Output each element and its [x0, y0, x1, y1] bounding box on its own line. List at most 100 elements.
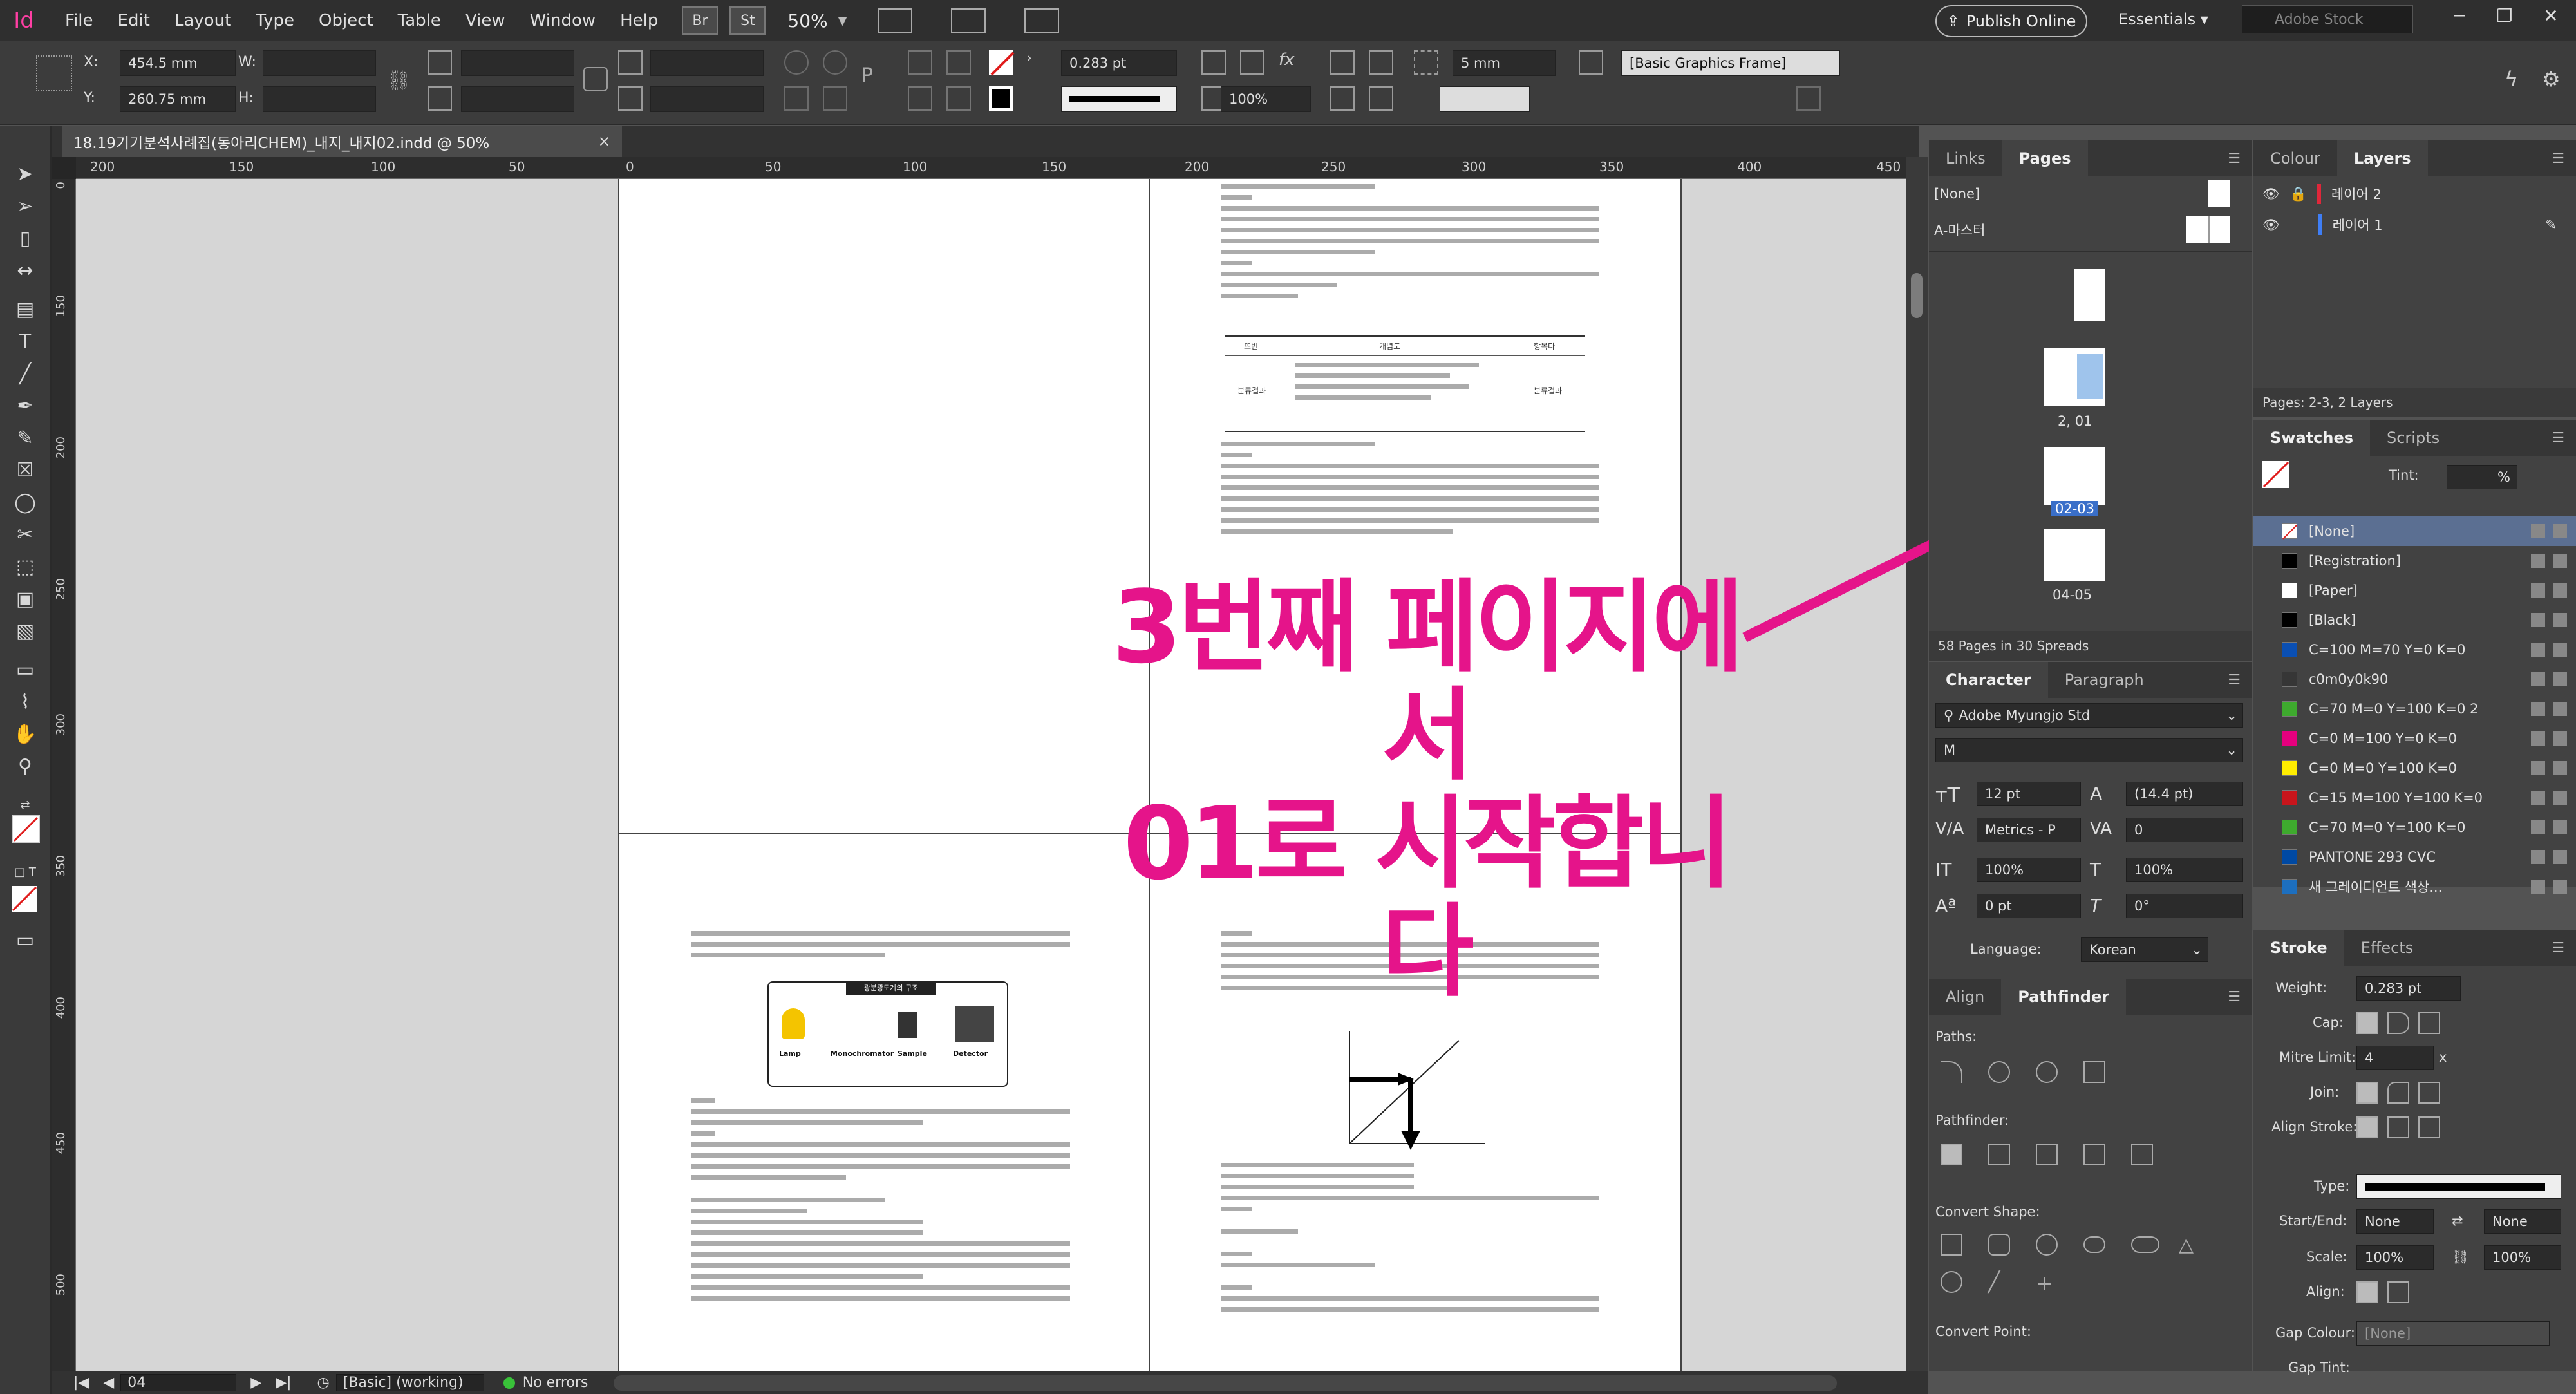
align-left-edges-icon[interactable] [1330, 50, 1355, 75]
vertical-scale-field[interactable]: 100% [1977, 858, 2081, 882]
rectangle-frame-tool-icon[interactable]: ☒ [12, 457, 39, 484]
tab-links[interactable]: Links [1929, 140, 2002, 176]
menu-type[interactable]: Type [243, 11, 306, 30]
apply-none-icon[interactable] [12, 886, 37, 912]
rotate-icon[interactable] [618, 50, 643, 75]
screen-mode-tool-icon[interactable]: ▭ [12, 927, 39, 954]
miter-join-icon[interactable] [2356, 1082, 2378, 1104]
ruler-origin[interactable] [52, 157, 76, 179]
add-icon[interactable] [1941, 1144, 1962, 1165]
panel-menu-icon[interactable]: ☰ [2552, 420, 2576, 456]
gap-field[interactable]: 5 mm [1453, 50, 1556, 76]
scale-x-icon[interactable] [428, 50, 452, 75]
shear-field[interactable] [650, 86, 764, 112]
swatch-row[interactable]: C=100 M=70 Y=0 K=0 [2253, 635, 2576, 664]
swatch-row[interactable]: C=0 M=0 Y=100 K=0 [2253, 753, 2576, 783]
page-tool-icon[interactable]: ▯ [12, 225, 39, 252]
tab-swatches[interactable]: Swatches [2253, 420, 2370, 456]
horizontal-scrollbar[interactable] [614, 1375, 1838, 1391]
line-tool-icon[interactable]: ╱ [12, 361, 39, 388]
arrow-tip-inside-icon[interactable] [2356, 1281, 2378, 1303]
stroke-weight-field[interactable]: 0.283 pt [1061, 50, 1177, 76]
font-family-select[interactable]: ⚲ Adobe Myungjo Std ⌄ [1935, 703, 2243, 728]
panel-menu-icon[interactable]: ☰ [2228, 979, 2252, 1015]
content-collector-icon[interactable]: ▤ [12, 296, 39, 323]
paragraph-icon[interactable]: P [861, 64, 886, 89]
scrollbar-thumb[interactable] [1911, 273, 1923, 318]
document-tab[interactable]: 18.19기기분석사례집(동아리CHEM)_내지_내지02.indd @ 50%… [62, 126, 622, 157]
baseline-shift-field[interactable]: 0 pt [1977, 894, 2081, 918]
y-field[interactable]: 260.75 mm [120, 86, 236, 112]
swatch-row[interactable]: C=0 M=100 Y=0 K=0 [2253, 724, 2576, 753]
kerning-field[interactable]: Metrics - P [1977, 818, 2081, 842]
menu-object[interactable]: Object [306, 11, 386, 30]
last-page-icon[interactable]: ▶| [276, 1375, 291, 1391]
first-page-icon[interactable]: |◀ [73, 1375, 89, 1391]
swatch-row[interactable]: 새 그레이디언트 색상... [2253, 872, 2576, 901]
rotate-field[interactable] [650, 50, 764, 76]
menu-file[interactable]: File [53, 11, 106, 30]
page-thumbnail[interactable] [2074, 269, 2105, 321]
stroke-swatch-icon[interactable] [989, 86, 1013, 111]
fill-menu-icon[interactable]: › [1026, 50, 1051, 75]
align-center-stroke-icon[interactable] [2356, 1116, 2378, 1138]
font-style-select[interactable]: M ⌄ [1935, 738, 2243, 762]
drop-shadow-icon[interactable] [1240, 50, 1264, 75]
note-tool-icon[interactable]: ▭ [12, 657, 39, 684]
subtract-icon[interactable] [1988, 1144, 2010, 1165]
menu-window[interactable]: Window [518, 11, 608, 30]
swap-icon[interactable]: ⇄ [2452, 1213, 2463, 1229]
menu-help[interactable]: Help [608, 11, 670, 30]
scale-start-field[interactable]: 100% [2356, 1245, 2434, 1270]
panel-menu-icon[interactable]: ☰ [2552, 140, 2576, 176]
layer-row[interactable]: 👁 레이어 1 ✎ [2253, 210, 2576, 240]
gradient-tool-icon[interactable]: ▣ [12, 586, 39, 613]
menu-table[interactable]: Table [386, 11, 453, 30]
exclude-overlap-icon[interactable] [2083, 1144, 2105, 1165]
rounded-rectangle-icon[interactable] [1988, 1234, 2010, 1256]
opacity-field[interactable]: 100% [1221, 86, 1311, 112]
direct-selection-tool-icon[interactable]: ➢ [12, 193, 39, 220]
prev-page-icon[interactable]: ◀ [103, 1375, 114, 1391]
rectangle-shape-icon[interactable] [1941, 1234, 1962, 1256]
type-tool-icon[interactable]: T [12, 328, 39, 355]
leading-field[interactable]: (14.4 pt) [2126, 782, 2243, 806]
w-field[interactable] [263, 50, 376, 76]
minus-back-icon[interactable] [2131, 1144, 2153, 1165]
inverse-rounded-icon[interactable] [2083, 1236, 2105, 1253]
auto-fit-icon[interactable] [1414, 50, 1438, 75]
flip-horizontal-icon[interactable] [784, 86, 809, 111]
round-cap-icon[interactable] [2387, 1012, 2409, 1034]
line-shape-icon[interactable]: ╱ [1988, 1271, 2010, 1294]
select-container-icon[interactable] [908, 50, 932, 75]
vertical-scrollbar[interactable] [1906, 157, 1928, 1371]
projecting-cap-icon[interactable] [2418, 1012, 2440, 1034]
gap-colour-select[interactable]: [None] [2356, 1321, 2550, 1346]
menu-layout[interactable]: Layout [162, 11, 243, 30]
polygon-shape-icon[interactable] [1941, 1271, 1962, 1293]
swatch-row[interactable]: c0m0y0k90 [2253, 664, 2576, 694]
swatch-row[interactable]: [Black] [2253, 605, 2576, 635]
spread-thumbnail[interactable] [2044, 447, 2105, 505]
free-transform-tool-icon[interactable]: ⬚ [12, 554, 39, 581]
start-select[interactable]: None [2356, 1209, 2434, 1234]
select-previous-icon[interactable] [946, 50, 971, 75]
close-window-icon[interactable]: ✕ [2530, 5, 2571, 31]
chevron-down-icon[interactable]: ▼ [838, 14, 847, 28]
tab-pages[interactable]: Pages [2002, 140, 2088, 176]
distribute-icon[interactable] [1330, 86, 1355, 111]
gap-tool-icon[interactable]: ↔ [12, 258, 39, 285]
select-next-icon[interactable] [946, 86, 971, 111]
object-style-select[interactable]: [Basic Graphics Frame] [1621, 50, 1840, 76]
swatch-row[interactable]: C=70 M=0 Y=100 K=0 [2253, 813, 2576, 842]
object-style-icon[interactable] [1579, 50, 1603, 75]
font-size-field[interactable]: 12 pt [1977, 782, 2081, 806]
errors-label[interactable]: No errors [523, 1375, 588, 1391]
arrange-documents-icon[interactable] [1024, 8, 1060, 33]
workspace-switcher[interactable]: Essentials ▾ [2118, 10, 2208, 28]
publish-online-button[interactable]: ⇪ Publish Online [1935, 5, 2087, 37]
tab-paragraph[interactable]: Paragraph [2048, 662, 2161, 698]
close-tab-icon[interactable]: × [598, 133, 610, 150]
swatch-preview-field[interactable] [1440, 86, 1530, 112]
stroke-type-field[interactable] [1061, 86, 1177, 112]
